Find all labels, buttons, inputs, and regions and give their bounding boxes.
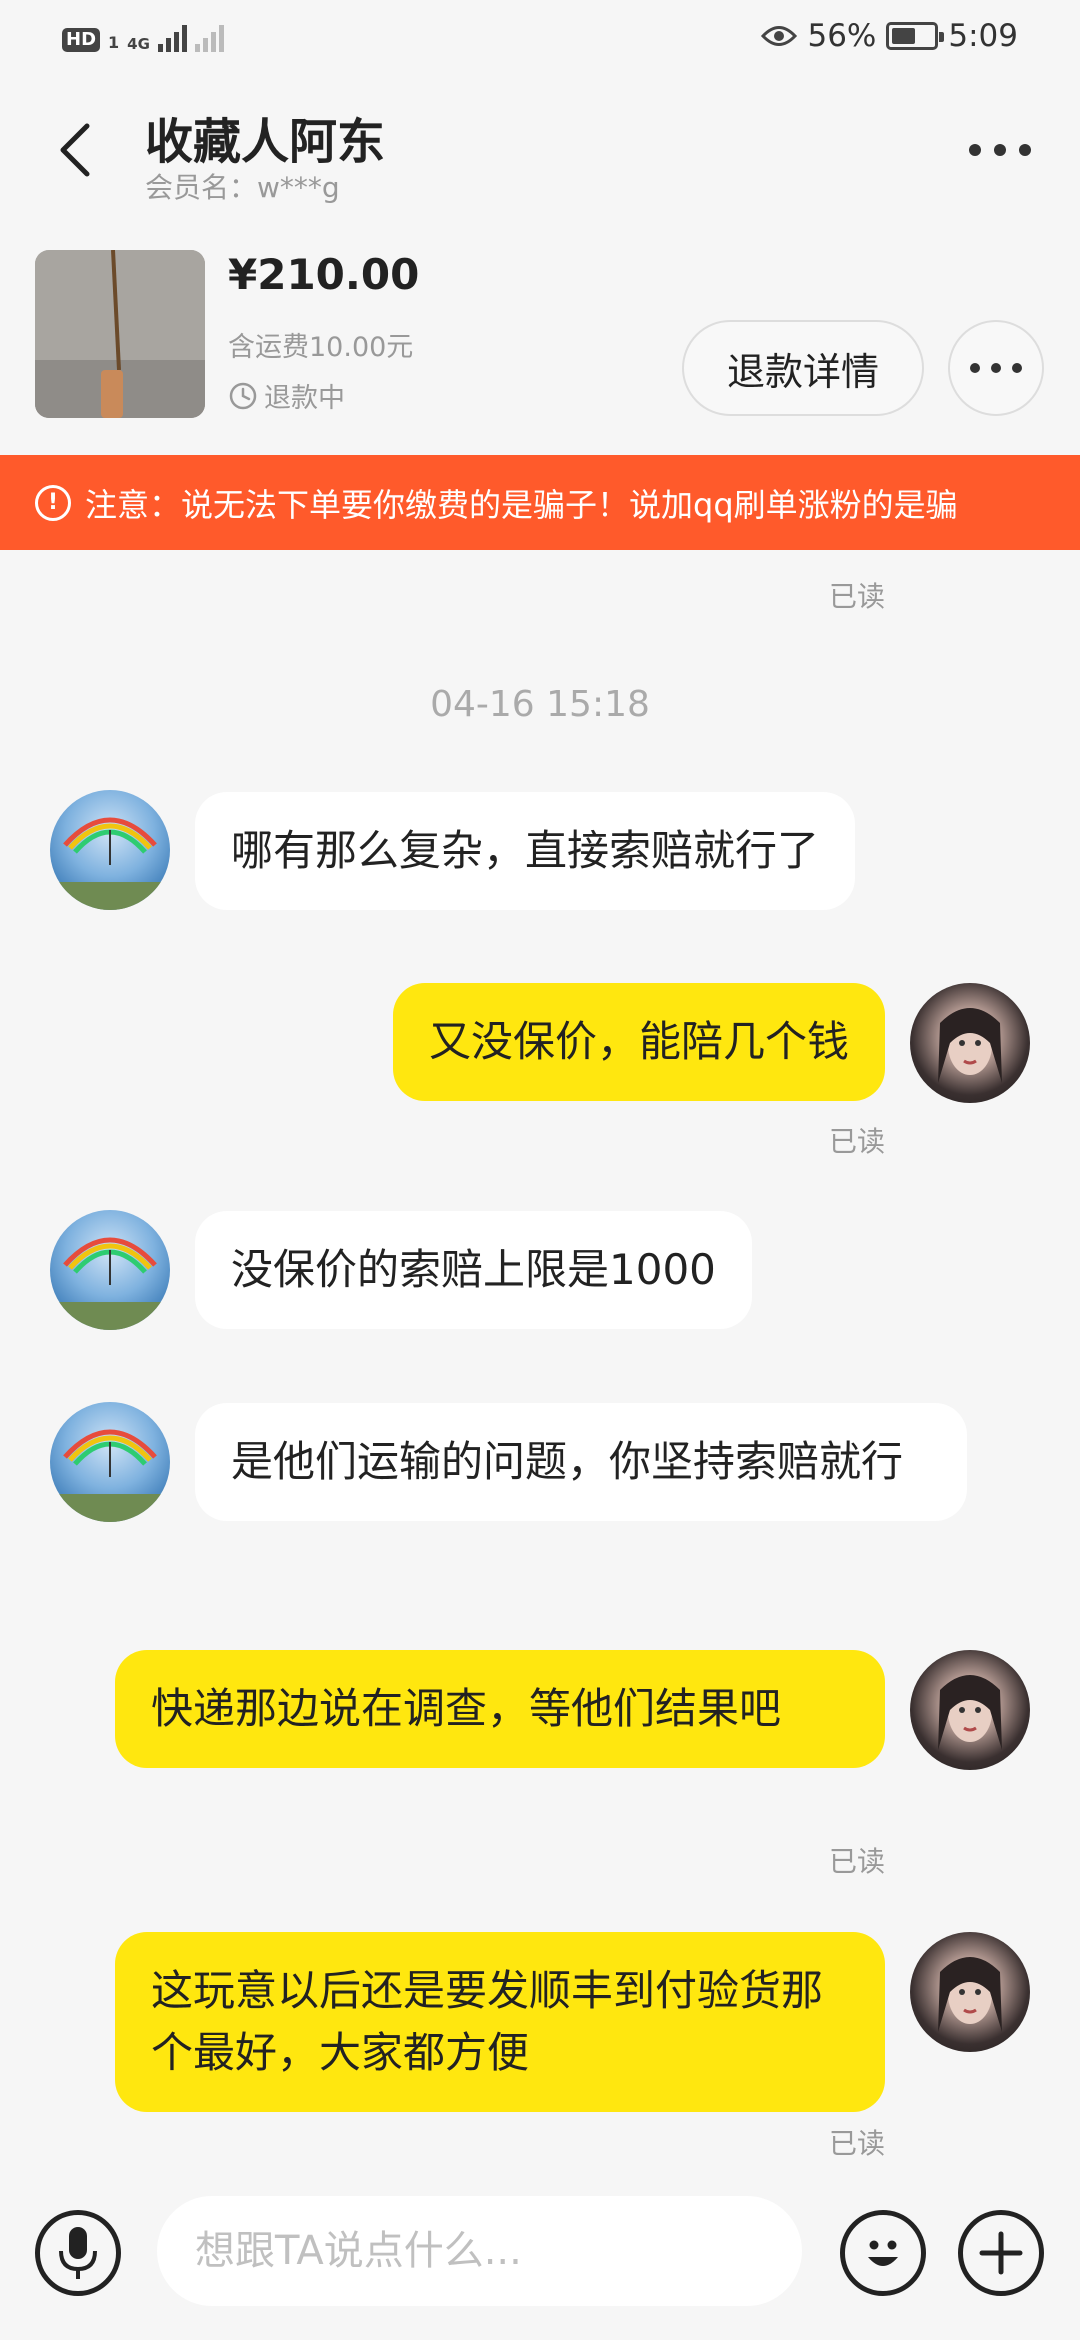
warning-text: 注意：说无法下单要你缴费的是骗子！说加qq刷单涨粉的是骗 bbox=[85, 485, 958, 524]
read-receipt: 已读 bbox=[828, 1125, 885, 1158]
chevron-left-icon bbox=[60, 123, 90, 177]
read-receipt: 已读 bbox=[828, 2127, 885, 2160]
hd-badge: HD bbox=[62, 28, 101, 52]
microphone-icon bbox=[59, 2227, 97, 2279]
read-receipt: 已读 bbox=[828, 580, 885, 613]
member-name: 会员名：w***g bbox=[145, 171, 340, 204]
status-right: 56% 5:09 bbox=[761, 18, 1018, 54]
exclamation-circle-icon: ! bbox=[35, 484, 71, 521]
voice-button[interactable] bbox=[35, 2210, 121, 2296]
more-dots-icon bbox=[969, 144, 1031, 156]
my-avatar[interactable] bbox=[910, 983, 1030, 1103]
order-card[interactable]: ¥210.00 含运费10.00元 退款中 退款详情 bbox=[0, 240, 1080, 455]
emoji-button[interactable] bbox=[840, 2210, 926, 2296]
shipping-fee: 含运费10.00元 bbox=[228, 332, 414, 363]
message-input[interactable] bbox=[157, 2196, 802, 2306]
message-bubble[interactable]: 是他们运输的问题，你坚持索赔就行 bbox=[195, 1403, 967, 1521]
status-bar: HD 1 4G 56% 5:09 bbox=[0, 0, 1080, 80]
eye-icon bbox=[761, 26, 798, 46]
message-bubble[interactable]: 又没保价，能陪几个钱 bbox=[392, 983, 885, 1101]
contact-avatar[interactable] bbox=[50, 1210, 170, 1330]
contact-name: 收藏人阿东 bbox=[145, 114, 386, 170]
plus-icon bbox=[979, 2231, 1023, 2275]
contact-avatar[interactable] bbox=[50, 1402, 170, 1522]
message-bubble[interactable]: 哪有那么复杂，直接索赔就行了 bbox=[195, 792, 856, 910]
refund-details-button[interactable]: 退款详情 bbox=[682, 320, 924, 416]
order-status-label: 退款中 bbox=[264, 383, 345, 414]
message-bubble[interactable]: 快递那边说在调查，等他们结果吧 bbox=[115, 1650, 885, 1768]
read-receipt: 已读 bbox=[828, 1845, 885, 1878]
input-bar bbox=[0, 2180, 1080, 2340]
status-left: HD 1 4G bbox=[62, 22, 224, 52]
signal-icon bbox=[157, 22, 187, 52]
order-price: ¥210.00 bbox=[228, 250, 420, 299]
more-actions-button[interactable] bbox=[958, 2210, 1044, 2296]
battery-percent: 56% bbox=[807, 18, 877, 54]
fraud-warning-banner: ! 注意：说无法下单要你缴费的是骗子！说加qq刷单涨粉的是骗 bbox=[0, 455, 1080, 550]
chat-header: 收藏人阿东 会员名：w***g bbox=[0, 80, 1080, 210]
network-type: 4G bbox=[127, 35, 150, 53]
order-more-button[interactable] bbox=[948, 320, 1044, 416]
my-avatar[interactable] bbox=[910, 1650, 1030, 1770]
message-bubble[interactable]: 没保价的索赔上限是1000 bbox=[195, 1211, 752, 1329]
back-button[interactable] bbox=[40, 110, 110, 190]
battery-fill bbox=[892, 28, 915, 44]
message-timestamp: 04-16 15:18 bbox=[430, 684, 650, 725]
battery-icon bbox=[886, 22, 945, 50]
message-bubble[interactable]: 这玩意以后还是要发顺丰到付验货那个最好，大家都方便 bbox=[115, 1932, 885, 2112]
smiley-icon bbox=[868, 2240, 898, 2266]
clock-time: 5:09 bbox=[948, 18, 1018, 54]
order-status: 退款中 bbox=[228, 376, 345, 415]
sim-number: 1 bbox=[108, 33, 120, 52]
clock-icon bbox=[229, 382, 257, 409]
product-thumbnail[interactable] bbox=[35, 250, 205, 418]
my-avatar[interactable] bbox=[910, 1932, 1030, 2052]
more-button[interactable] bbox=[960, 120, 1040, 180]
signal-2-icon bbox=[194, 22, 224, 52]
more-dots-icon bbox=[970, 363, 1022, 373]
contact-avatar[interactable] bbox=[50, 790, 170, 910]
